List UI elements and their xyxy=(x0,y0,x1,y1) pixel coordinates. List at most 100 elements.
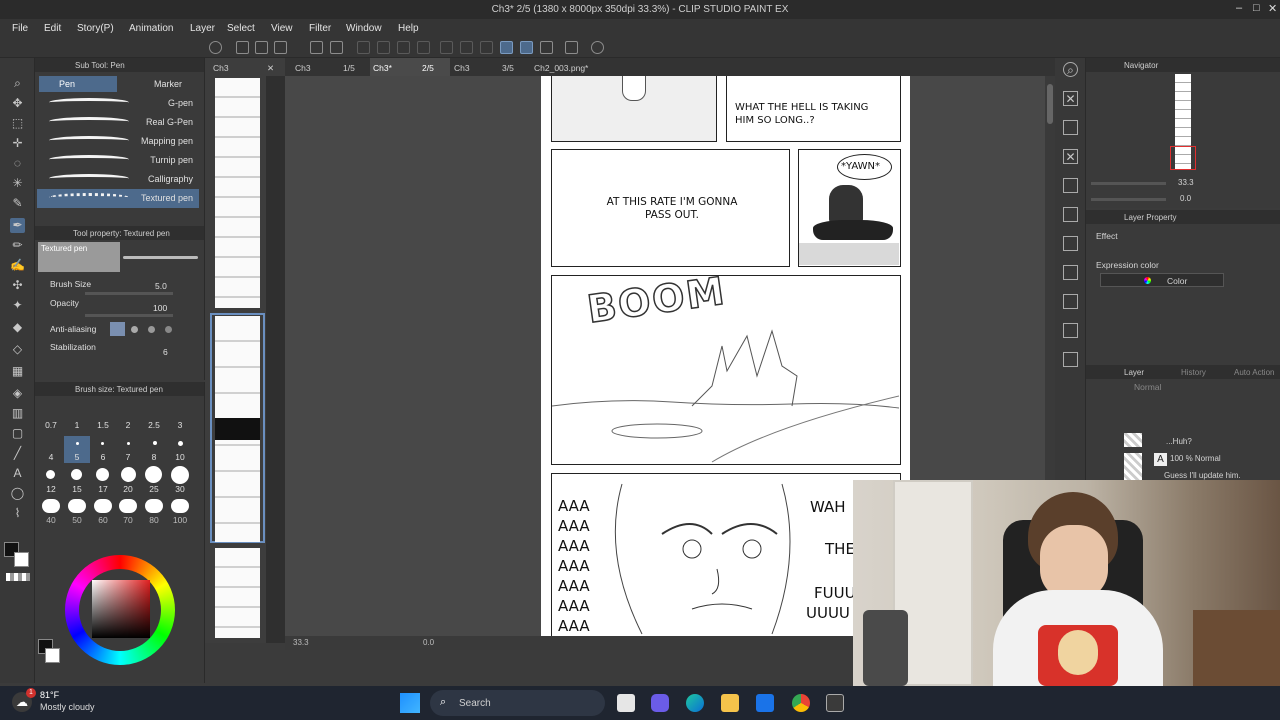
chrome-icon[interactable] xyxy=(792,694,810,712)
deselect-icon[interactable] xyxy=(440,41,453,54)
brush-size-value[interactable]: 5.0 xyxy=(155,281,167,291)
size-5[interactable]: 5 xyxy=(64,452,90,462)
tab-ch2-png[interactable]: Ch2_003.png* xyxy=(534,63,588,73)
search-icon[interactable]: ⌕ xyxy=(1063,62,1078,77)
layer-name-2[interactable]: Guess I'll update him. xyxy=(1164,471,1241,480)
brush-real-g-pen[interactable]: Real G-Pen xyxy=(37,113,199,132)
size-30[interactable]: 30 xyxy=(167,484,193,494)
brush-g-pen[interactable]: G-pen xyxy=(37,94,199,113)
gradient-icon[interactable]: ▥ xyxy=(10,406,25,421)
operation-icon[interactable]: ⬚ xyxy=(10,116,25,131)
size-1-5[interactable]: 1.5 xyxy=(90,420,116,430)
zoom-icon[interactable]: ⌕ xyxy=(10,76,25,91)
size-7[interactable]: 7 xyxy=(115,452,141,462)
teams-icon[interactable] xyxy=(651,694,669,712)
opacity-slider[interactable] xyxy=(85,314,173,317)
size-2[interactable]: 2 xyxy=(115,420,141,430)
move-layer-icon[interactable]: ✛ xyxy=(10,136,25,151)
brush-textured-pen[interactable]: Textured pen xyxy=(37,189,199,208)
page-thumbnail-1[interactable] xyxy=(215,78,260,308)
antialias-medium[interactable] xyxy=(148,326,155,333)
navigator-angle-slider[interactable] xyxy=(1091,198,1166,201)
close-icon[interactable]: ✕ xyxy=(1063,149,1078,164)
save-icon[interactable] xyxy=(274,41,287,54)
decoration-icon[interactable]: ✦ xyxy=(10,298,25,313)
color-sub-swatch[interactable] xyxy=(45,648,60,663)
page-thumbnail-3[interactable] xyxy=(215,548,260,638)
size-70[interactable]: 70 xyxy=(115,515,141,525)
correct-line-icon[interactable]: ⌇ xyxy=(10,506,25,521)
antialias-weak[interactable] xyxy=(131,326,138,333)
size-20[interactable]: 20 xyxy=(115,484,141,494)
layer-search-icon[interactable] xyxy=(1063,236,1078,251)
task-view-icon[interactable] xyxy=(617,694,635,712)
tab-ch3-3[interactable]: Ch3 xyxy=(454,63,470,73)
balloon-icon[interactable]: ◯ xyxy=(10,486,25,501)
ruler-tool-icon[interactable]: ╱ xyxy=(10,446,25,461)
transparent-color-swatch[interactable] xyxy=(6,573,30,581)
eraser-icon[interactable]: ◆ xyxy=(10,320,25,335)
blend-icon[interactable]: ◇ xyxy=(10,342,25,357)
new-file-icon[interactable] xyxy=(236,41,249,54)
brush-calligraphy[interactable]: Calligraphy xyxy=(37,170,199,189)
auto-select-icon[interactable]: ✳ xyxy=(10,176,25,191)
size-12[interactable]: 12 xyxy=(38,484,64,494)
navigator-angle[interactable]: 0.0 xyxy=(1180,194,1191,203)
sub-view-icon[interactable] xyxy=(1063,178,1078,193)
mail-icon[interactable] xyxy=(756,694,774,712)
layer-opacity-mode[interactable]: 100 % Normal xyxy=(1170,454,1221,463)
tab-auto-action[interactable]: Auto Action xyxy=(1234,368,1274,377)
size-15[interactable]: 15 xyxy=(64,484,90,494)
brush-mapping-pen[interactable]: Mapping pen xyxy=(37,132,199,151)
size-0-7[interactable]: 0.7 xyxy=(38,420,64,430)
snap-special-ruler-icon[interactable] xyxy=(520,41,533,54)
start-icon[interactable] xyxy=(400,693,420,713)
history-icon[interactable] xyxy=(1063,323,1078,338)
pen-tool-icon[interactable]: ✒ xyxy=(10,218,25,233)
size-2-5[interactable]: 2.5 xyxy=(141,420,167,430)
fill-icon[interactable] xyxy=(397,41,410,54)
menu-story[interactable]: Story(P) xyxy=(77,23,114,34)
timeline-icon[interactable] xyxy=(1063,265,1078,280)
layer-name-1[interactable]: ...Huh? xyxy=(1166,437,1192,446)
menu-animation[interactable]: Animation xyxy=(129,23,173,34)
size-25[interactable]: 25 xyxy=(141,484,167,494)
animation-cels-icon[interactable] xyxy=(1063,294,1078,309)
menu-layer[interactable]: Layer xyxy=(190,23,215,34)
size-80[interactable]: 80 xyxy=(141,515,167,525)
minimize-icon[interactable]: – xyxy=(1236,2,1242,14)
tab-ch3-1[interactable]: Ch3 xyxy=(295,63,311,73)
menu-filter[interactable]: Filter xyxy=(309,23,331,34)
menu-select[interactable]: Select xyxy=(227,23,255,34)
item-bank-icon[interactable] xyxy=(1063,207,1078,222)
text-tool-icon[interactable]: A xyxy=(10,466,25,481)
clear-icon[interactable] xyxy=(357,41,370,54)
page-scrollbar[interactable] xyxy=(266,58,285,643)
size-10[interactable]: 10 xyxy=(167,452,193,462)
eyedropper-icon[interactable]: ✎ xyxy=(10,196,25,211)
close-icon[interactable]: ✕ xyxy=(1063,91,1078,106)
blend-mode-select[interactable]: Normal xyxy=(1134,382,1179,394)
size-50[interactable]: 50 xyxy=(64,515,90,525)
size-60[interactable]: 60 xyxy=(90,515,116,525)
close-tab-icon-2[interactable]: ✕ xyxy=(267,63,274,74)
navigator-zoom-slider[interactable] xyxy=(1091,182,1166,185)
opacity-value[interactable]: 100 xyxy=(153,303,167,313)
clip-studio-icon[interactable] xyxy=(209,41,222,54)
size-4[interactable]: 4 xyxy=(38,452,64,462)
transform-icon[interactable] xyxy=(377,41,390,54)
menu-file[interactable]: File xyxy=(12,23,28,34)
size-1[interactable]: 1 xyxy=(64,420,90,430)
group-marker-tab[interactable]: Marker xyxy=(121,76,201,92)
invert-selection-icon[interactable] xyxy=(460,41,473,54)
brush-icon[interactable]: ✍ xyxy=(10,258,25,273)
menu-window[interactable]: Window xyxy=(346,23,382,34)
weather-desc[interactable]: Mostly cloudy xyxy=(40,702,95,712)
maximize-icon[interactable]: □ xyxy=(1253,2,1260,14)
zoom-readout[interactable]: 33.3 xyxy=(293,638,309,647)
snap-grid-icon[interactable] xyxy=(540,41,553,54)
crop-icon[interactable] xyxy=(417,41,430,54)
tab-ch3-2[interactable]: Ch3* xyxy=(373,63,392,73)
expand-selection-icon[interactable] xyxy=(480,41,493,54)
auto-action-icon[interactable] xyxy=(1063,352,1078,367)
